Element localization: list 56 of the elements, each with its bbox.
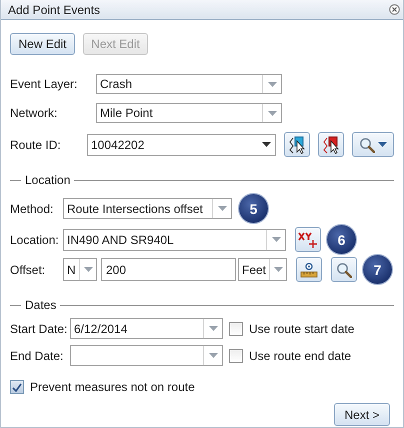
section-title: Dates	[25, 298, 56, 312]
dropdown-field[interactable]: IN490 AND SR940L	[63, 228, 286, 250]
check-mark-icon	[12, 382, 22, 392]
dropdown-field[interactable]: Crash	[96, 74, 282, 94]
checkbox[interactable]	[229, 322, 243, 336]
caret-icon	[274, 267, 282, 272]
field-label: Route ID:	[10, 138, 62, 152]
caret-icon	[208, 353, 218, 358]
dropdown-field[interactable]: Feet	[238, 258, 287, 281]
xy-plus-icon	[298, 230, 318, 248]
caret-icon	[208, 326, 218, 331]
field-label: Location:	[10, 232, 60, 246]
checkbox-label[interactable]: Use route end date	[249, 348, 352, 362]
add-xy-button[interactable]	[295, 227, 321, 252]
caret-icon	[378, 142, 387, 147]
dropdown-field[interactable]: Mile Point	[96, 103, 282, 123]
next-button[interactable]: Next >	[334, 403, 390, 426]
step-badge: 7	[363, 255, 392, 284]
checkbox[interactable]	[229, 348, 243, 362]
field-label: End Date:	[10, 348, 64, 362]
zoom-button[interactable]	[331, 257, 357, 282]
dropdown-field[interactable]: 10042202	[87, 134, 276, 156]
select-route-button[interactable]	[284, 132, 310, 157]
route-cursor-icon	[288, 136, 306, 154]
step-badge: 6	[327, 225, 356, 254]
step-badge: 5	[239, 194, 268, 223]
date-field[interactable]: 6/12/2014	[70, 318, 223, 339]
select-route-button[interactable]	[318, 132, 344, 157]
caret-icon	[84, 267, 92, 272]
new-edit-button[interactable]: New Edit	[10, 33, 75, 55]
field-label: Offset:	[10, 262, 46, 276]
search-icon	[359, 136, 375, 152]
ruler-point-icon	[300, 262, 318, 278]
measure-button[interactable]	[296, 257, 322, 282]
caret-icon	[218, 206, 226, 211]
offset-input[interactable]: 200	[101, 258, 236, 281]
field-label: Start Date:	[10, 322, 68, 336]
search-icon	[336, 262, 352, 278]
section-title: Location	[25, 173, 70, 187]
field-label: Method:	[10, 202, 54, 216]
dropdown-field[interactable]: Route Intersections offset	[63, 198, 232, 219]
field-label: Event Layer:	[10, 77, 78, 91]
checkbox[interactable]	[10, 380, 24, 394]
caret-icon	[272, 237, 280, 242]
route-cursor-icon	[322, 136, 340, 154]
dropdown-field[interactable]: N	[63, 258, 97, 281]
checkbox-label[interactable]: Prevent measures not on route	[30, 380, 195, 394]
date-field[interactable]	[70, 345, 223, 366]
field-label: Network:	[10, 106, 58, 120]
checkbox-label[interactable]: Use route start date	[249, 322, 354, 336]
caret-icon	[268, 110, 276, 116]
window-title: Add Point Events	[8, 2, 100, 16]
caret-icon	[268, 82, 276, 86]
caret-icon	[262, 142, 270, 147]
zoom-menu-button[interactable]	[352, 132, 394, 157]
close-icon[interactable]	[389, 4, 400, 15]
